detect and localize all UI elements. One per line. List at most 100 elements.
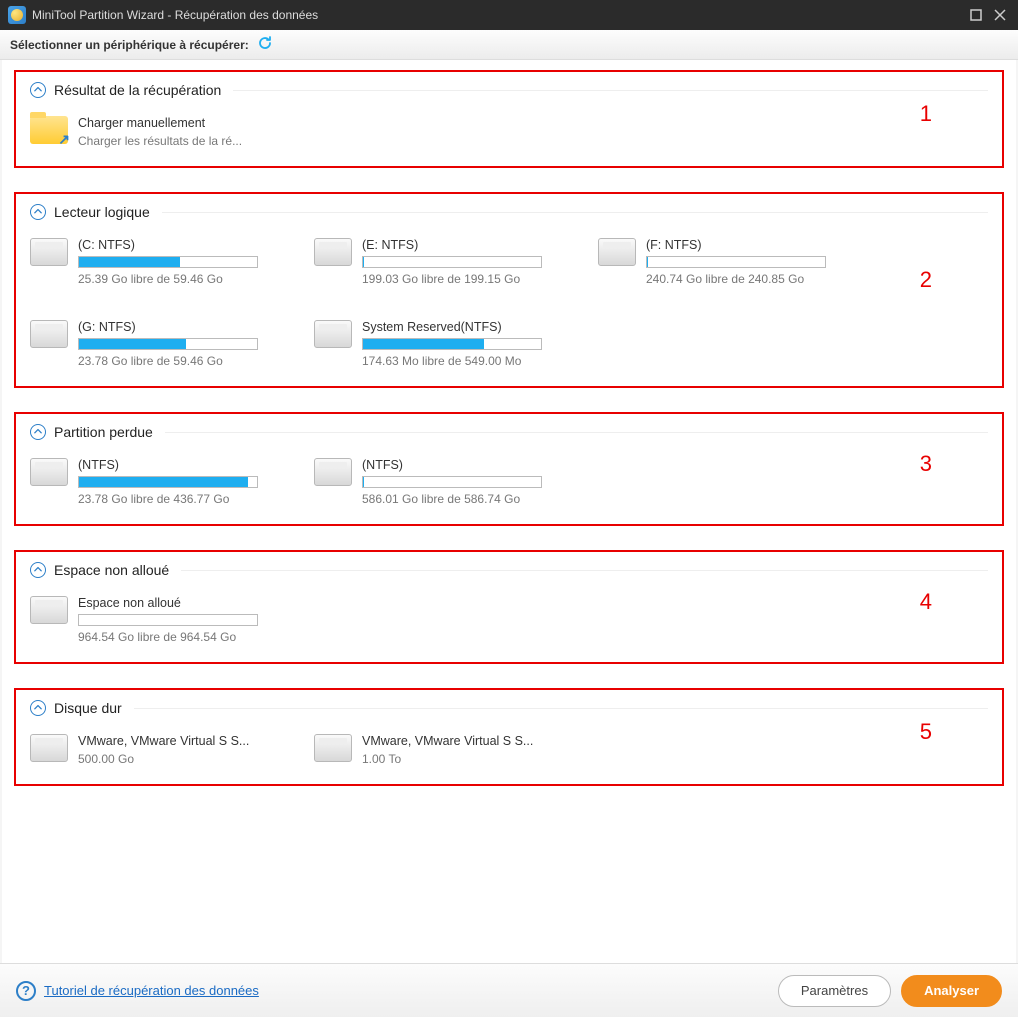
device-item[interactable]: (C: NTFS) 25.39 Go libre de 59.46 Go <box>30 238 290 286</box>
usage-bar-fill <box>363 339 484 349</box>
item-name: VMware, VMware Virtual S S... <box>362 734 574 748</box>
section-divider <box>165 432 988 433</box>
drive-icon <box>598 238 636 266</box>
section-header: Partition perdue <box>30 424 988 440</box>
device-item[interactable]: Espace non alloué964.54 Go libre de 964.… <box>30 596 290 644</box>
usage-bar <box>78 338 258 350</box>
section-box: Lecteur logique 2 (C: NTFS) 25.39 Go libre … <box>14 192 1004 388</box>
usage-bar <box>362 338 542 350</box>
item-subtext: 174.63 Mo libre de 549.00 Mo <box>362 354 574 368</box>
drive-icon <box>30 458 68 486</box>
section-box: Partition perdue3(NTFS)23.78 Go libre de… <box>14 412 1004 526</box>
subheader: Sélectionner un périphérique à récupérer… <box>0 30 1018 60</box>
load-manually-item[interactable]: Charger manuellement Charger les résultat… <box>30 116 290 148</box>
device-item[interactable]: VMware, VMware Virtual S S... 500.00 Go <box>30 734 290 766</box>
usage-bar <box>362 256 542 268</box>
items-row: VMware, VMware Virtual S S...500.00 GoVM… <box>30 734 988 766</box>
drive-icon <box>30 320 68 348</box>
item-subtext: 25.39 Go libre de 59.46 Go <box>78 272 290 286</box>
item-name: (NTFS) <box>78 458 290 472</box>
tutorial-link[interactable]: Tutoriel de récupération des données <box>44 983 259 998</box>
section-title: Disque dur <box>54 700 122 716</box>
device-item[interactable]: VMware, VMware Virtual S S... 1.00 To <box>314 734 574 766</box>
item-name: VMware, VMware Virtual S S... <box>78 734 290 748</box>
item-subtext: 199.03 Go libre de 199.15 Go <box>362 272 574 286</box>
usage-bar <box>646 256 826 268</box>
section-divider <box>181 570 988 571</box>
section-divider <box>134 708 988 709</box>
drive-icon <box>314 238 352 266</box>
item-subtext: 1.00 To <box>362 752 574 766</box>
item-name: (NTFS) <box>362 458 574 472</box>
item-name: Charger manuellement <box>78 116 290 130</box>
item-name: (C: NTFS) <box>78 238 290 252</box>
refresh-button[interactable] <box>257 35 273 54</box>
item-name: (F: NTFS) <box>646 238 858 252</box>
item-subtext: 240.74 Go libre de 240.85 Go <box>646 272 858 286</box>
device-item[interactable]: (E: NTFS) 199.03 Go libre de 199.15 Go <box>314 238 574 286</box>
settings-button[interactable]: Paramètres <box>778 975 891 1007</box>
item-subtext: 500.00 Go <box>78 752 290 766</box>
device-item[interactable]: System Reserved(NTFS) 174.63 Mo libre de … <box>314 320 574 368</box>
window-title: MiniTool Partition Wizard - Récupération… <box>32 8 318 22</box>
device-item[interactable]: (G: NTFS) 23.78 Go libre de 59.46 Go <box>30 320 290 368</box>
collapse-icon[interactable] <box>30 700 46 716</box>
section-title: Lecteur logique <box>54 204 150 220</box>
item-subtext: 23.78 Go libre de 59.46 Go <box>78 354 290 368</box>
section-box: Espace non alloué 4 Espace non alloué964.5… <box>14 550 1004 664</box>
annotation-number: 4 <box>920 589 932 615</box>
usage-bar-fill <box>79 339 186 349</box>
usage-bar <box>362 476 542 488</box>
section-box: Disque dur 5 VMware, VMware Virtual S S...… <box>14 688 1004 786</box>
item-name: System Reserved(NTFS) <box>362 320 574 334</box>
section-title: Espace non alloué <box>54 562 169 578</box>
collapse-icon[interactable] <box>30 424 46 440</box>
section-box: Résultat de la récupération 1 Charger manu… <box>14 70 1004 168</box>
help-icon[interactable]: ? <box>16 981 36 1001</box>
item-name: (E: NTFS) <box>362 238 574 252</box>
item-name: (G: NTFS) <box>78 320 290 334</box>
drive-icon <box>314 734 352 762</box>
maximize-button[interactable] <box>966 5 986 25</box>
close-button[interactable] <box>990 5 1010 25</box>
collapse-icon[interactable] <box>30 82 46 98</box>
usage-bar-fill <box>79 477 248 487</box>
drive-icon <box>314 320 352 348</box>
drive-icon <box>30 734 68 762</box>
folder-icon <box>30 116 68 144</box>
device-item[interactable]: (NTFS) 23.78 Go libre de 436.77 Go <box>30 458 290 506</box>
device-item[interactable]: (F: NTFS) 240.74 Go libre de 240.85 Go <box>598 238 858 286</box>
usage-bar <box>78 256 258 268</box>
items-row: (C: NTFS) 25.39 Go libre de 59.46 Go (E: N… <box>30 238 988 368</box>
footer: ? Tutoriel de récupération des données P… <box>0 963 1018 1017</box>
section-header: Disque dur <box>30 700 988 716</box>
annotation-number: 2 <box>920 267 932 293</box>
annotation-number: 1 <box>920 101 932 127</box>
device-list[interactable]: Résultat de la récupération 1 Charger manu… <box>2 60 1016 963</box>
device-item[interactable]: (NTFS)586.01 Go libre de 586.74 Go <box>314 458 574 506</box>
usage-bar <box>78 614 258 626</box>
usage-bar-fill <box>79 257 180 267</box>
item-subtext: Charger les résultats de la ré... <box>78 134 290 148</box>
collapse-icon[interactable] <box>30 204 46 220</box>
app-logo-icon <box>8 6 26 24</box>
items-row: Charger manuellement Charger les résultat… <box>30 116 988 148</box>
item-subtext: 23.78 Go libre de 436.77 Go <box>78 492 290 506</box>
section-header: Lecteur logique <box>30 204 988 220</box>
items-row: (NTFS) 23.78 Go libre de 436.77 Go (NTFS)5… <box>30 458 988 506</box>
section-title: Résultat de la récupération <box>54 82 221 98</box>
annotation-number: 5 <box>920 719 932 745</box>
drive-icon <box>30 238 68 266</box>
section-title: Partition perdue <box>54 424 153 440</box>
subheader-label: Sélectionner un périphérique à récupérer… <box>10 38 249 52</box>
items-row: Espace non alloué964.54 Go libre de 964.… <box>30 596 988 644</box>
section-header: Résultat de la récupération <box>30 82 988 98</box>
section-divider <box>162 212 988 213</box>
titlebar: MiniTool Partition Wizard - Récupération… <box>0 0 1018 30</box>
item-name: Espace non alloué <box>78 596 290 610</box>
analyze-button[interactable]: Analyser <box>901 975 1002 1007</box>
section-header: Espace non alloué <box>30 562 988 578</box>
drive-icon <box>314 458 352 486</box>
collapse-icon[interactable] <box>30 562 46 578</box>
drive-icon <box>30 596 68 624</box>
